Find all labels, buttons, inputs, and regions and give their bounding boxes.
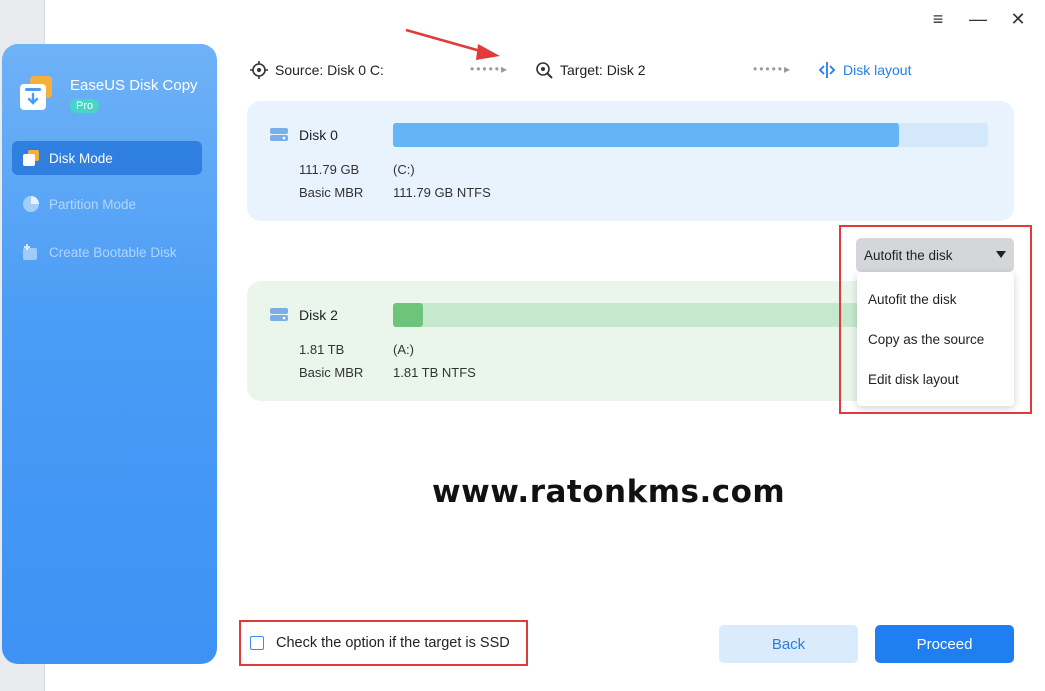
target-disk-bar-fill (393, 303, 423, 327)
annotation-arrow-icon (405, 28, 500, 60)
hard-disk-icon (270, 308, 288, 321)
sidebar-item-create-bootable-disk[interactable]: Create Bootable Disk (12, 235, 202, 269)
disk-copy-logo-icon (20, 76, 52, 110)
app-logo (18, 74, 56, 112)
step-disk-layout: Disk layout (817, 58, 911, 82)
step-target-label: Target: Disk 2 (560, 62, 646, 78)
disk-layout-icon (818, 62, 836, 78)
sidebar-item-label: Disk Mode (49, 150, 113, 166)
source-disk-type: Basic MBR (299, 185, 364, 200)
sidebar-item-partition-mode[interactable]: Partition Mode (12, 187, 202, 221)
source-disk-card[interactable]: Disk 0 111.79 GB Basic MBR (C:) 111.79 G… (247, 101, 1014, 221)
target-disk-type: Basic MBR (299, 365, 364, 380)
dropdown-highlight-box (839, 225, 1032, 414)
source-disk-name: Disk 0 (299, 127, 338, 143)
target-disk-name: Disk 2 (299, 307, 338, 323)
minimize-button[interactable]: — (965, 8, 991, 30)
close-button[interactable]: ✕ (1005, 8, 1031, 30)
ssd-checkbox[interactable] (250, 636, 264, 650)
source-partition-letter: (C:) (393, 162, 415, 177)
sidebar-item-disk-mode[interactable]: Disk Mode (12, 141, 202, 175)
source-disk-bar[interactable] (393, 123, 988, 147)
target-partition-letter: (A:) (393, 342, 414, 357)
pie-chart-icon (20, 193, 42, 215)
bootable-disk-icon (20, 241, 42, 263)
back-button[interactable]: Back (719, 625, 858, 663)
step-target: Target: Disk 2 (534, 58, 646, 82)
target-search-icon (536, 62, 553, 79)
step-source: Source: Disk 0 C: (249, 58, 384, 82)
sidebar: EaseUS Disk Copy Pro Disk Mode Partition… (2, 44, 217, 664)
sidebar-item-label: Create Bootable Disk (49, 244, 177, 260)
target-disk-size: 1.81 TB (299, 342, 345, 357)
target-partition-info: 1.81 TB NTFS (393, 365, 476, 380)
step-layout-label: Disk layout (843, 62, 912, 78)
source-partition-info: 111.79 GB NTFS (393, 185, 491, 200)
sidebar-item-label: Partition Mode (49, 196, 137, 212)
source-disk-size: 111.79 GB (299, 162, 360, 177)
app-name: EaseUS Disk Copy (70, 77, 198, 94)
ssd-checkbox-label[interactable]: Check the option if the target is SSD (276, 635, 510, 651)
crosshair-icon (250, 61, 268, 79)
watermark-text: www.ratonkms.com (432, 474, 786, 510)
proceed-button[interactable]: Proceed (875, 625, 1014, 663)
pro-badge: Pro (70, 99, 100, 113)
hard-disk-icon (270, 128, 288, 141)
source-disk-bar-fill (393, 123, 899, 147)
menu-icon[interactable]: ≡ (925, 8, 951, 30)
step-source-label: Source: Disk 0 C: (275, 62, 384, 78)
disk-mode-icon (20, 147, 42, 169)
step-separator: •••••▸ (753, 62, 793, 76)
